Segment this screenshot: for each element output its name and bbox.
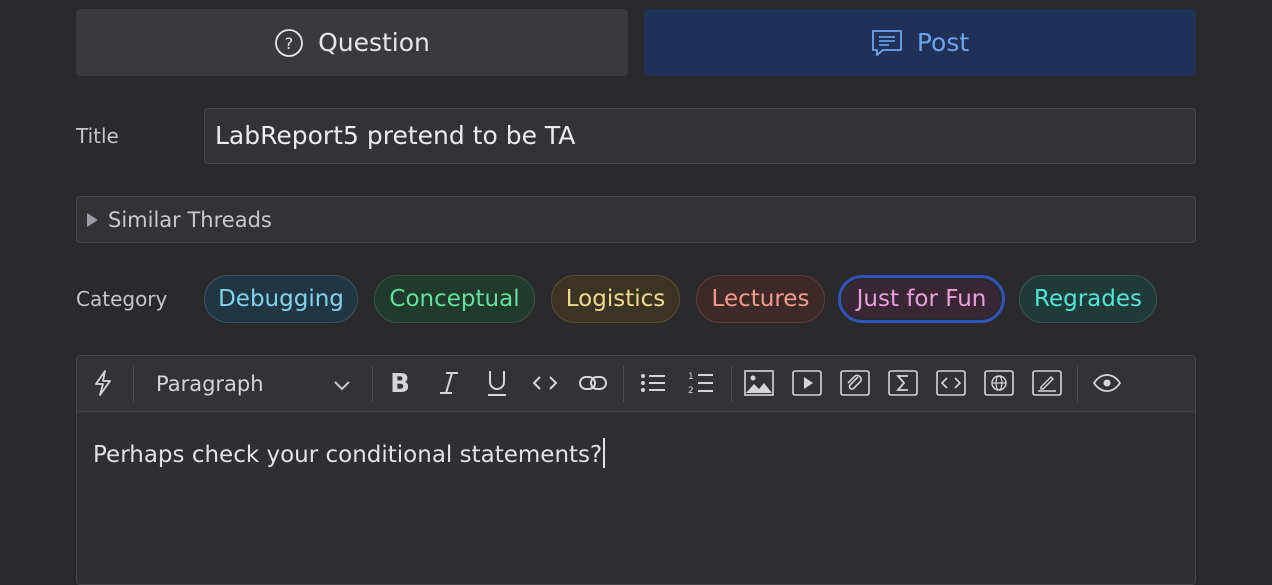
block-format-select[interactable]: Paragraph	[156, 369, 351, 399]
attachment-icon[interactable]	[840, 368, 870, 398]
question-type-button[interactable]: ? Question	[76, 9, 628, 76]
editor-content[interactable]: Perhaps check your conditional statement…	[93, 438, 606, 468]
comment-icon	[871, 28, 903, 58]
svg-text:1: 1	[688, 372, 694, 382]
underline-icon[interactable]	[482, 368, 512, 398]
editor-toolbar: Paragraph B 12	[77, 356, 1195, 412]
math-icon[interactable]	[888, 368, 918, 398]
category-chip-debugging[interactable]: Debugging	[204, 275, 358, 323]
link-icon[interactable]	[578, 368, 608, 398]
post-type-label: Post	[916, 28, 970, 57]
question-type-label: Question	[318, 28, 430, 57]
title-label: Title	[76, 124, 119, 148]
title-input[interactable]: LabReport5 pretend to be TA	[204, 108, 1196, 164]
category-chip-regrades[interactable]: Regrades	[1019, 275, 1157, 323]
image-icon[interactable]	[744, 368, 774, 398]
post-type-button[interactable]: Post	[644, 9, 1196, 76]
category-chip-lectures[interactable]: Lectures	[696, 275, 825, 323]
inline-code-icon[interactable]	[530, 368, 560, 398]
code-block-icon[interactable]	[936, 368, 966, 398]
preview-eye-icon[interactable]	[1092, 368, 1122, 398]
svg-text:B: B	[390, 369, 410, 397]
drawing-icon[interactable]	[1032, 368, 1062, 398]
bullet-list-icon[interactable]	[638, 368, 668, 398]
lightning-icon[interactable]	[88, 368, 118, 398]
rich-text-editor: Paragraph B 12 Perhaps check your condit…	[76, 355, 1196, 585]
web-embed-icon[interactable]	[984, 368, 1014, 398]
category-chip-logistics[interactable]: Logistics	[551, 275, 680, 323]
category-chip-just-for-fun[interactable]: Just for Fun	[838, 275, 1005, 323]
italic-icon[interactable]	[434, 368, 464, 398]
bold-icon[interactable]: B	[385, 368, 415, 398]
expand-triangle-icon	[87, 212, 98, 227]
category-chip-conceptual[interactable]: Conceptual	[374, 275, 535, 323]
numbered-list-icon[interactable]: 12	[686, 368, 716, 398]
svg-text:2: 2	[688, 386, 694, 396]
similar-threads-label: Similar Threads	[108, 207, 272, 232]
video-icon[interactable]	[792, 368, 822, 398]
editor-text: Perhaps check your conditional statement…	[93, 442, 603, 468]
question-circle-icon: ?	[274, 28, 304, 58]
svg-text:?: ?	[285, 34, 294, 53]
category-label: Category	[76, 287, 168, 311]
chevron-down-icon	[333, 372, 351, 396]
similar-threads-toggle[interactable]: Similar Threads	[76, 196, 1196, 243]
post-type-selector: ? Question Post	[76, 9, 1196, 76]
block-format-value: Paragraph	[156, 372, 264, 396]
text-caret	[603, 438, 606, 468]
